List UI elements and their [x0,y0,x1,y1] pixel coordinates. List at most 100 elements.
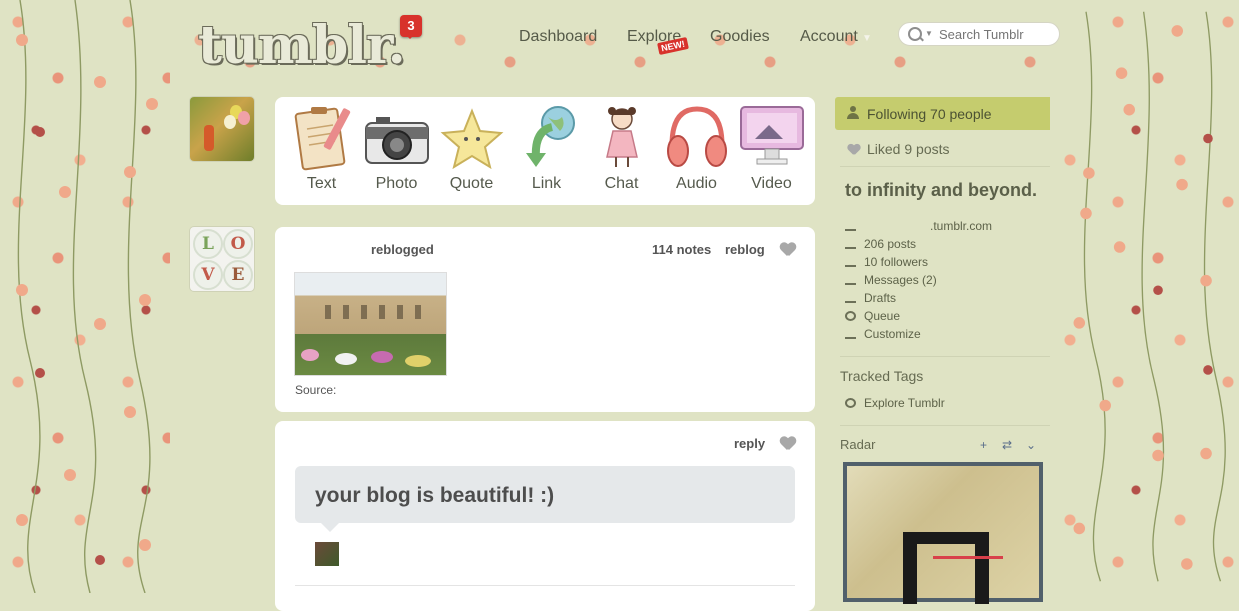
radar-collapse-icon[interactable]: ⌄ [1026,438,1036,452]
sidebar-posts-link[interactable]: 206 posts [845,237,916,251]
radar-art-shape [975,544,989,604]
radar-image[interactable] [843,462,1043,604]
blog-title[interactable]: to infinity and beyond. [845,180,1037,201]
blog-url-link[interactable]: .tumblr.com [845,219,992,233]
flower-bed [371,351,393,363]
nav-account[interactable]: Account [800,28,858,46]
following-count: Following 70 people [867,106,992,122]
sidebar-queue-link[interactable]: Queue [845,309,900,323]
followers-icon [845,257,856,267]
reblogger-avatar[interactable]: L O V E [190,227,254,291]
radar-refresh-icon[interactable]: ⇄ [1002,438,1012,452]
posts-count: 206 posts [864,237,917,251]
tumblr-logo[interactable]: tumblr. [198,20,406,72]
love-letter-o: O [223,229,253,259]
love-letter-e: E [223,260,253,290]
blog-icon [845,221,856,231]
search-icon [908,27,922,41]
sidebar-messages-link[interactable]: Messages (2) [845,273,937,287]
post-type-composer: Text Photo Quote Link Chat Audio Video [275,97,815,205]
post-type-audio[interactable]: Audio [659,101,734,193]
floral-vine-left [16,0,158,593]
sidebar-customize-link[interactable]: Customize [845,327,921,341]
post-type-video-label: Video [751,175,792,192]
liked-posts-link[interactable]: Liked 9 posts [867,141,950,157]
post-type-audio-label: Audio [676,175,717,192]
post-type-text-label: Text [306,175,337,192]
radar-art-shape [903,544,917,604]
love-letter-v: V [193,260,223,290]
explore-tumblr-label: Explore Tumblr [864,396,945,410]
palace-window [397,305,403,319]
palace-window [361,305,367,319]
heart-icon[interactable] [780,243,796,257]
radar-art-shape [903,532,989,544]
post-type-chat[interactable]: Chat [584,101,659,193]
drafts-icon [845,293,856,303]
post-type-quote-label: Quote [449,175,494,192]
post-type-photo[interactable]: Photo [359,101,434,193]
post-type-link[interactable]: Link [509,101,584,193]
palace-window [325,305,331,319]
flower-bed [405,355,431,367]
notes-count[interactable]: 114 notes [652,242,711,257]
posts-icon [845,239,856,249]
sidebar-divider [840,166,1050,167]
following-link[interactable]: Following 70 people [835,97,1050,130]
post-type-text[interactable]: Text [284,101,359,193]
followers-count: 10 followers [864,255,929,269]
post-type-chat-label: Chat [604,175,639,192]
flower-bed [335,353,357,365]
sidebar-drafts-link[interactable]: Drafts [845,291,896,305]
explore-tumblr-link[interactable]: Explore Tumblr [845,396,945,410]
reblog-button[interactable]: reblog [725,242,765,257]
user-icon [847,106,859,119]
palace-window [379,305,385,319]
search-box[interactable]: ▼ [898,22,1060,46]
girl-figure-icon [589,101,655,171]
drafts-label: Drafts [864,291,897,305]
figure-icon [204,125,214,151]
photo-post: reblogged 114 notes reblog Source: [275,227,815,412]
search-chevron-down-icon[interactable]: ▼ [925,29,933,38]
post-type-quote[interactable]: Quote [434,101,509,193]
post-divider [295,585,795,586]
post-type-video[interactable]: Video [734,101,809,193]
floral-vine-right [1073,11,1226,582]
sidebar-followers-link[interactable]: 10 followers [845,255,928,269]
blog-url-text: .tumblr.com [930,219,993,233]
messages-count: Messages (2) [864,273,937,287]
tracked-tags-heading: Tracked Tags [840,368,924,384]
notification-badge[interactable]: 3 [400,15,422,39]
asker-avatar[interactable] [315,542,339,566]
sidebar-divider [840,425,1050,426]
nav-goodies[interactable]: Goodies [710,28,770,46]
account-chevron-down-icon[interactable]: ▼ [862,33,872,44]
globe-arrow-icon [514,101,580,171]
envelope-icon [845,275,856,285]
balloon-icon [238,111,250,125]
balloon-icon [224,115,236,129]
headphones-icon [664,101,730,171]
post-type-link-label: Link [531,175,562,192]
post-photo-image[interactable] [294,272,447,376]
search-input[interactable] [937,26,1059,43]
answer-message: your blog is beautiful! :) [315,484,555,507]
post-type-photo-label: Photo [375,175,418,192]
sidebar-divider [840,356,1050,357]
source-label: Source: [295,383,337,397]
user-avatar[interactable] [190,97,254,161]
nav-dashboard[interactable]: Dashboard [519,28,597,46]
palace-window [415,305,421,319]
wrench-icon [845,329,856,339]
flower-bed [301,349,319,361]
answer-post: reply your blog is beautiful! :) [275,421,815,611]
heart-icon[interactable] [780,437,796,451]
radar-add-icon[interactable]: + [980,438,987,452]
camera-icon [364,101,430,171]
love-letter-l: L [193,229,223,259]
clock-icon [845,311,856,321]
star-icon [439,101,505,171]
reply-button[interactable]: reply [734,436,765,451]
palace-window [343,305,349,319]
